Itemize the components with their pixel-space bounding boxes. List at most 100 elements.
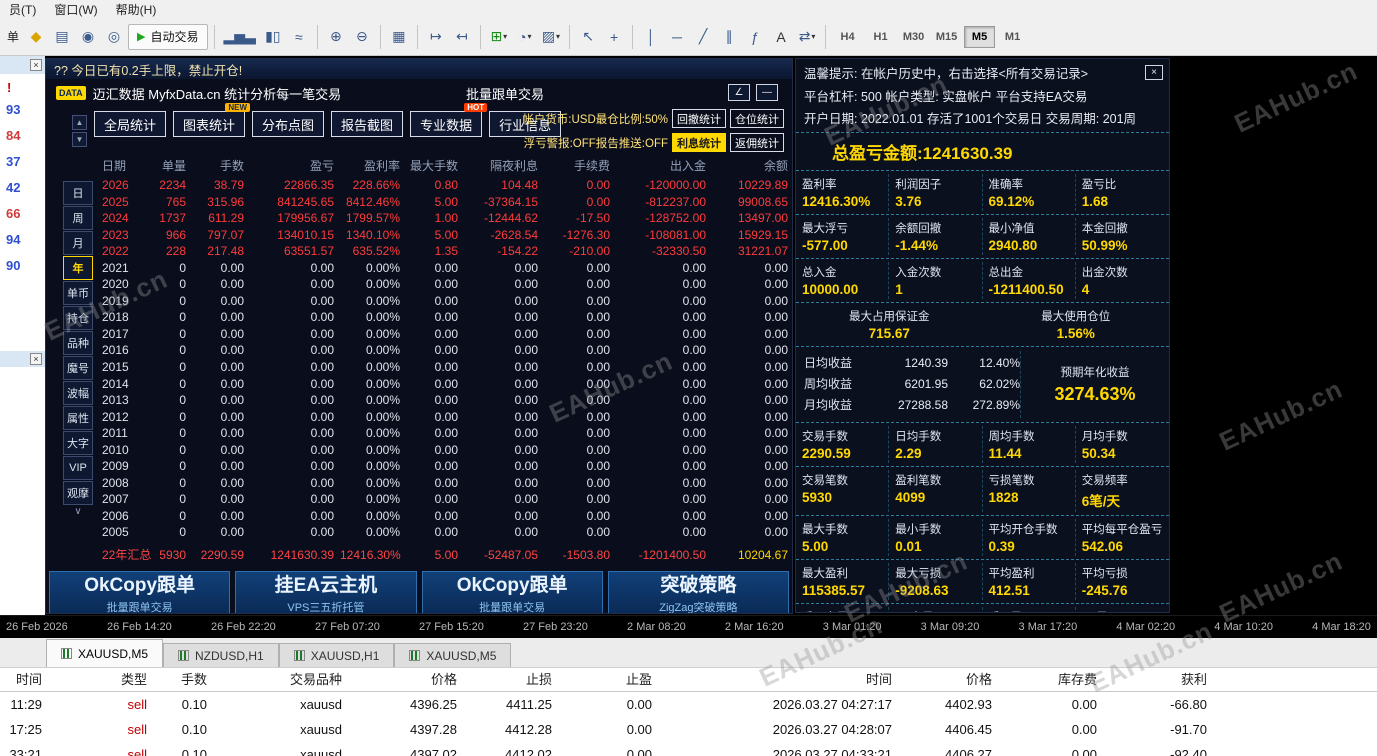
- bar-chart-icon[interactable]: ▂▅▃: [221, 25, 259, 49]
- trade-column-header-4[interactable]: 价格: [350, 668, 465, 691]
- arrows-icon[interactable]: ⇄ ▾: [795, 25, 819, 49]
- nav-button-年[interactable]: 年: [63, 256, 93, 280]
- trade-column-header-3[interactable]: 交易品种: [215, 668, 350, 691]
- horizontal-line-icon[interactable]: ─: [665, 25, 689, 49]
- print-icon[interactable]: ▤: [50, 25, 74, 49]
- year-row-2012[interactable]: 2012 0 0.00 0.00 0.00% 0.00 0.00 0.00 0.00 0.00: [98, 409, 792, 426]
- year-row-2008[interactable]: 2008 0 0.00 0.00 0.00% 0.00 0.00 0.00 0.00 0.00: [98, 475, 792, 492]
- stats-button-返佣统计[interactable]: 返佣统计: [730, 133, 784, 152]
- year-row-2020[interactable]: 2020 0 0.00 0.00 0.00% 0.00 0.00 0.00 0.00 0.00: [98, 276, 792, 293]
- year-row-2026[interactable]: 2026 2234 38.79 22866.35 228.66% 0.80 104.48 0.…: [98, 177, 792, 194]
- chart-tab-XAUUSD,M5[interactable]: XAUUSD,M5: [394, 643, 512, 667]
- timeframe-button-M15[interactable]: M15: [931, 26, 962, 48]
- year-row-2025[interactable]: 2025 765 315.96 841245.65 8412.46% 5.00 -37364…: [98, 194, 792, 211]
- year-row-2006[interactable]: 2006 0 0.00 0.00 0.00% 0.00 0.00 0.00 0.00 0.00: [98, 508, 792, 525]
- new-order-icon[interactable]: ◆: [24, 25, 48, 49]
- stats-button-利息统计[interactable]: 利息统计: [672, 133, 726, 152]
- nav-button-大字[interactable]: 大字: [63, 431, 93, 455]
- nav-button-品种[interactable]: 品种: [63, 331, 93, 355]
- nav-button-单币[interactable]: 单币: [63, 281, 93, 305]
- year-row-2018[interactable]: 2018 0 0.00 0.00 0.00% 0.00 0.00 0.00 0.00 0.00: [98, 309, 792, 326]
- stats-button-回撤统计[interactable]: 回撤统计: [672, 109, 726, 128]
- trade-column-header-7[interactable]: 时间: [660, 668, 900, 691]
- trendline-icon[interactable]: ╱: [691, 25, 715, 49]
- year-row-2009[interactable]: 2009 0 0.00 0.00 0.00% 0.00 0.00 0.00 0.00 0.00: [98, 458, 792, 475]
- year-row-2013[interactable]: 2013 0 0.00 0.00 0.00% 0.00 0.00 0.00 0.00 0.00: [98, 392, 792, 409]
- market-watch-price[interactable]: 37: [0, 149, 45, 175]
- year-row-2005[interactable]: 2005 0 0.00 0.00 0.00% 0.00 0.00 0.00 0.00 0.00: [98, 524, 792, 541]
- candlestick-chart-icon[interactable]: ▮▯: [261, 25, 285, 49]
- chart-tab-NZDUSD,H1[interactable]: NZDUSD,H1: [163, 643, 279, 667]
- cursor-icon[interactable]: ↖: [576, 25, 600, 49]
- market-watch-price[interactable]: 42: [0, 175, 45, 201]
- year-row-2014[interactable]: 2014 0 0.00 0.00 0.00% 0.00 0.00 0.00 0.00 0.00: [98, 376, 792, 393]
- timeframe-button-M5[interactable]: M5: [964, 25, 996, 48]
- promo-banner[interactable]: 突破策略 ZigZag突破策略: [607, 571, 789, 613]
- year-row-2024[interactable]: 2024 1737 611.29 179956.67 1799.57% 1.00 -1244…: [98, 210, 792, 227]
- trade-column-header-10[interactable]: 获利: [1105, 668, 1215, 691]
- chart-tab-XAUUSD,M5[interactable]: XAUUSD,M5: [46, 639, 164, 667]
- stats-tab-全局统计[interactable]: 全局统计: [94, 111, 167, 137]
- column-header-盈利率[interactable]: 盈利率: [340, 157, 406, 174]
- year-row-2017[interactable]: 2017 0 0.00 0.00 0.00% 0.00 0.00 0.00 0.00 0.00: [98, 326, 792, 343]
- menu-item-窗口(W)[interactable]: 窗口(W): [45, 1, 106, 18]
- promo-banner[interactable]: OkCopy跟单 批量跟单交易: [421, 571, 603, 613]
- column-header-出入金[interactable]: 出入金: [616, 157, 712, 174]
- menu-item-员(T)[interactable]: 员(T): [0, 1, 45, 18]
- stats-tab-专业数据[interactable]: 专业数据 HOT: [410, 103, 488, 137]
- scroll-up-icon[interactable]: ▲: [72, 115, 87, 130]
- stats-tab-报告截图[interactable]: 报告截图: [331, 111, 404, 137]
- market-watch-price[interactable]: 94: [0, 227, 45, 253]
- market-watch-icon[interactable]: ◎: [102, 25, 126, 49]
- close-button[interactable]: ×: [1145, 65, 1163, 80]
- timeframe-button-H4[interactable]: H4: [832, 26, 863, 48]
- nav-button-周[interactable]: 周: [63, 206, 93, 230]
- trade-column-header-8[interactable]: 价格: [900, 668, 1000, 691]
- nav-button-日[interactable]: 日: [63, 181, 93, 205]
- text-icon[interactable]: A: [769, 25, 793, 49]
- chart-shift-icon[interactable]: ↦: [424, 25, 448, 49]
- periods-icon[interactable]: ◔ ▾: [513, 25, 537, 49]
- nav-button-持仓[interactable]: 持仓: [63, 306, 93, 330]
- promo-banner[interactable]: OkCopy跟单 批量跟单交易: [49, 571, 231, 613]
- close-icon[interactable]: ×: [30, 353, 42, 365]
- nav-button-月[interactable]: 月: [63, 231, 93, 255]
- channel-icon[interactable]: ∥: [717, 25, 741, 49]
- crosshair-icon[interactable]: +: [602, 25, 626, 49]
- market-watch-price[interactable]: 84: [0, 123, 45, 149]
- auto-scroll-icon[interactable]: ↤: [450, 25, 474, 49]
- year-row-2007[interactable]: 2007 0 0.00 0.00 0.00% 0.00 0.00 0.00 0.00 0.00: [98, 491, 792, 508]
- trade-column-header-9[interactable]: 库存费: [1000, 668, 1105, 691]
- fibonacci-icon[interactable]: ƒ: [743, 25, 767, 49]
- stats-tab-图表统计[interactable]: 图表统计 NEW: [173, 103, 251, 137]
- year-row-2022[interactable]: 2022 228 217.48 63551.57 635.52% 1.35 -154.22 -…: [98, 243, 792, 260]
- nav-button-魔号[interactable]: 魔号: [63, 356, 93, 380]
- promo-banner[interactable]: 挂EA云主机 VPS三五折托管: [235, 571, 417, 613]
- nav-button-波幅[interactable]: 波幅: [63, 381, 93, 405]
- indicators-icon[interactable]: ▨ ▾: [539, 25, 563, 49]
- timeframe-button-M1[interactable]: M1: [997, 26, 1028, 48]
- column-header-单量[interactable]: 单量: [146, 157, 192, 174]
- year-row-2011[interactable]: 2011 0 0.00 0.00 0.00% 0.00 0.00 0.00 0.00 0.00: [98, 425, 792, 442]
- trade-column-header-6[interactable]: 止盈: [560, 668, 660, 691]
- column-header-余额[interactable]: 余额: [712, 157, 792, 174]
- tile-windows-icon[interactable]: ▦: [387, 25, 411, 49]
- trade-column-header-0[interactable]: 时间: [0, 668, 50, 691]
- timeframe-button-H1[interactable]: H1: [865, 26, 896, 48]
- nav-button-属性[interactable]: 属性: [63, 406, 93, 430]
- data-window-icon[interactable]: ◉: [76, 25, 100, 49]
- column-header-最大手数[interactable]: 最大手数: [406, 157, 464, 174]
- column-header-盈亏[interactable]: 盈亏: [250, 157, 340, 174]
- year-row-2021[interactable]: 2021 0 0.00 0.00 0.00% 0.00 0.00 0.00 0.00 0.00: [98, 260, 792, 277]
- column-header-手续费[interactable]: 手续费: [544, 157, 616, 174]
- line-chart-icon[interactable]: ≈: [287, 25, 311, 49]
- market-watch-price[interactable]: 66: [0, 201, 45, 227]
- trade-row[interactable]: 17:25 sell 0.10 xauusd 4397.28 4412.28 0.00 202…: [0, 717, 1377, 742]
- year-row-2015[interactable]: 2015 0 0.00 0.00 0.00% 0.00 0.00 0.00 0.00 0.00: [98, 359, 792, 376]
- year-row-2010[interactable]: 2010 0 0.00 0.00 0.00% 0.00 0.00 0.00 0.00 0.00: [98, 442, 792, 459]
- timeframe-button-M30[interactable]: M30: [898, 26, 929, 48]
- scroll-down-icon[interactable]: ▼: [72, 132, 87, 147]
- column-header-隔夜利息[interactable]: 隔夜利息: [464, 157, 544, 174]
- zoom-in-icon[interactable]: ⊕: [324, 25, 348, 49]
- nav-button-VIP[interactable]: VIP: [63, 456, 93, 480]
